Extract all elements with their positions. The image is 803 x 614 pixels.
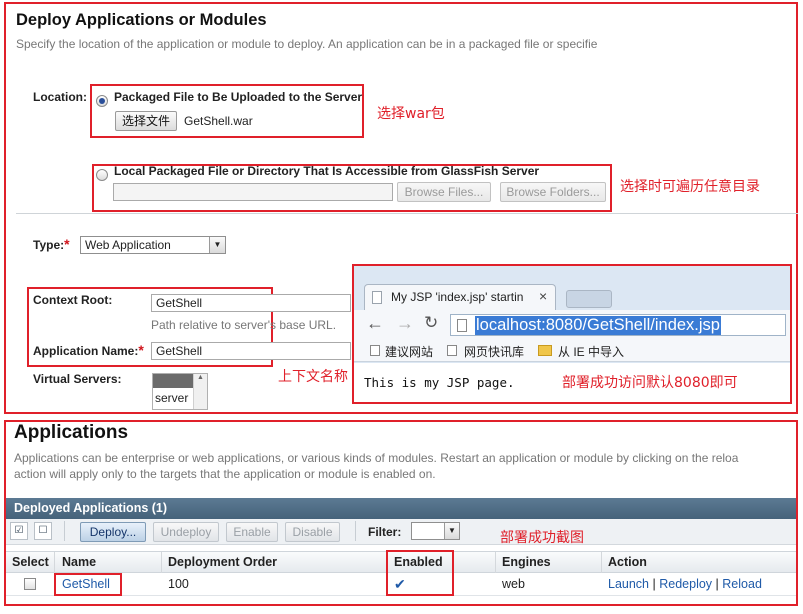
applications-description-1: Applications can be enterprise or web ap… bbox=[14, 451, 739, 465]
folder-icon bbox=[538, 345, 552, 356]
bookmarks-bar: 建议网站 网页快讯库 从 IE 中导入 bbox=[354, 340, 790, 362]
annotation-choose-war: 选择war包 bbox=[377, 106, 445, 122]
row-deployment-order: 100 bbox=[168, 577, 189, 591]
column-header-deployment-order[interactable]: Deployment Order bbox=[162, 552, 388, 573]
browser-page: This is my JSP page. 部署成功访问默认8080即可 bbox=[354, 363, 790, 402]
application-name-label: Application Name:* bbox=[33, 342, 144, 358]
application-name-input[interactable]: GetShell bbox=[151, 342, 351, 360]
context-root-input[interactable]: GetShell bbox=[151, 294, 351, 312]
bookmark-item[interactable]: 建议网站 bbox=[385, 343, 433, 360]
row-engines: web bbox=[502, 577, 525, 591]
chosen-file-name: GetShell.war bbox=[184, 114, 253, 128]
column-header-name[interactable]: Name bbox=[56, 552, 162, 573]
browse-files-button[interactable]: Browse Files... bbox=[397, 182, 491, 202]
browser-window: My JSP 'index.jsp' startin × ← → ↻ local… bbox=[352, 264, 792, 404]
column-header-select: Select bbox=[6, 552, 55, 573]
virtual-server-item[interactable]: server bbox=[155, 391, 188, 405]
applications-title: Applications bbox=[14, 422, 129, 443]
toolbar-separator bbox=[355, 521, 356, 541]
action-separator: | bbox=[652, 577, 656, 591]
applications-description-2: action will apply only to the targets th… bbox=[14, 467, 436, 481]
type-label: Type:* bbox=[33, 236, 70, 252]
page-icon bbox=[372, 291, 382, 304]
bookmark-item[interactable]: 从 IE 中导入 bbox=[558, 343, 624, 360]
virtual-servers-label: Virtual Servers: bbox=[33, 372, 122, 386]
divider bbox=[16, 213, 798, 214]
local-radio[interactable] bbox=[96, 169, 108, 181]
deploy-button[interactable]: Deploy... bbox=[80, 522, 146, 542]
name-highlight bbox=[54, 573, 122, 596]
row-actions: Launch | Redeploy | Reload bbox=[602, 574, 762, 595]
back-icon[interactable]: ← bbox=[366, 313, 384, 334]
scrollbar[interactable]: ▲ bbox=[193, 374, 207, 409]
redeploy-link[interactable]: Redeploy bbox=[659, 577, 712, 591]
browser-tab-title: My JSP 'index.jsp' startin bbox=[391, 290, 524, 304]
annotation-deploy-shot: 部署成功截图 bbox=[500, 530, 584, 546]
bookmark-page-icon bbox=[447, 345, 457, 356]
annotation-context-name: 上下文名称 bbox=[278, 369, 348, 385]
location-label: Location: bbox=[33, 90, 87, 104]
bookmark-page-icon bbox=[370, 345, 380, 356]
virtual-server-selected-row[interactable] bbox=[153, 374, 193, 388]
context-root-label: Context Root: bbox=[33, 293, 113, 307]
close-icon[interactable]: × bbox=[539, 288, 547, 304]
enable-button[interactable]: Enable bbox=[226, 522, 278, 542]
forward-icon[interactable]: → bbox=[396, 313, 414, 334]
filter-label: Filter: bbox=[368, 525, 402, 539]
address-url[interactable]: localhost:8080/GetShell/index.jsp bbox=[475, 316, 721, 335]
chevron-down-icon: ▼ bbox=[444, 523, 459, 539]
upload-radio[interactable] bbox=[96, 95, 108, 107]
browser-tab[interactable]: My JSP 'index.jsp' startin × bbox=[364, 284, 556, 310]
filter-select[interactable]: ▼ bbox=[411, 522, 460, 540]
select-all-icon[interactable]: ☑ bbox=[10, 522, 28, 540]
bookmark-item[interactable]: 网页快讯库 bbox=[464, 343, 524, 360]
launch-link[interactable]: Launch bbox=[608, 577, 649, 591]
action-separator: | bbox=[715, 577, 719, 591]
deselect-all-icon[interactable]: ☐ bbox=[34, 522, 52, 540]
annotation-browse-dir: 选择时可遍历任意目录 bbox=[620, 179, 760, 195]
address-bar[interactable]: localhost:8080/GetShell/index.jsp bbox=[450, 314, 786, 336]
disable-button[interactable]: Disable bbox=[285, 522, 340, 542]
virtual-servers-list[interactable]: server ▲ bbox=[152, 373, 208, 410]
upload-option-label: Packaged File to Be Uploaded to the Serv… bbox=[114, 90, 363, 104]
column-header-action: Action bbox=[608, 555, 647, 569]
type-select[interactable]: Web Application ▼ bbox=[80, 236, 226, 254]
page-icon bbox=[457, 319, 467, 332]
table-title-bar: Deployed Applications (1) bbox=[6, 498, 796, 519]
undeploy-button[interactable]: Undeploy bbox=[153, 522, 219, 542]
toolbar-separator bbox=[64, 521, 65, 541]
column-header-engines[interactable]: Engines bbox=[496, 552, 602, 573]
page-text: This is my JSP page. bbox=[364, 375, 515, 390]
chevron-down-icon: ▼ bbox=[209, 237, 225, 253]
type-select-value: Web Application bbox=[85, 238, 171, 252]
reload-icon[interactable]: ↻ bbox=[424, 313, 438, 333]
choose-file-button[interactable]: 选择文件 bbox=[115, 111, 177, 131]
browser-toolbar: ← → ↻ localhost:8080/GetShell/index.jsp bbox=[354, 310, 790, 340]
enabled-highlight bbox=[386, 550, 454, 596]
local-option-label: Local Packaged File or Directory That Is… bbox=[114, 164, 540, 178]
reload-link[interactable]: Reload bbox=[722, 577, 762, 591]
row-select-checkbox[interactable] bbox=[24, 578, 36, 590]
annotation-deploy-access: 部署成功访问默认8080即可 bbox=[562, 375, 738, 391]
new-tab-button[interactable] bbox=[566, 290, 612, 308]
context-root-help: Path relative to server's base URL. bbox=[151, 318, 337, 332]
browse-folders-button[interactable]: Browse Folders... bbox=[500, 182, 606, 202]
local-path-input[interactable] bbox=[113, 183, 393, 201]
